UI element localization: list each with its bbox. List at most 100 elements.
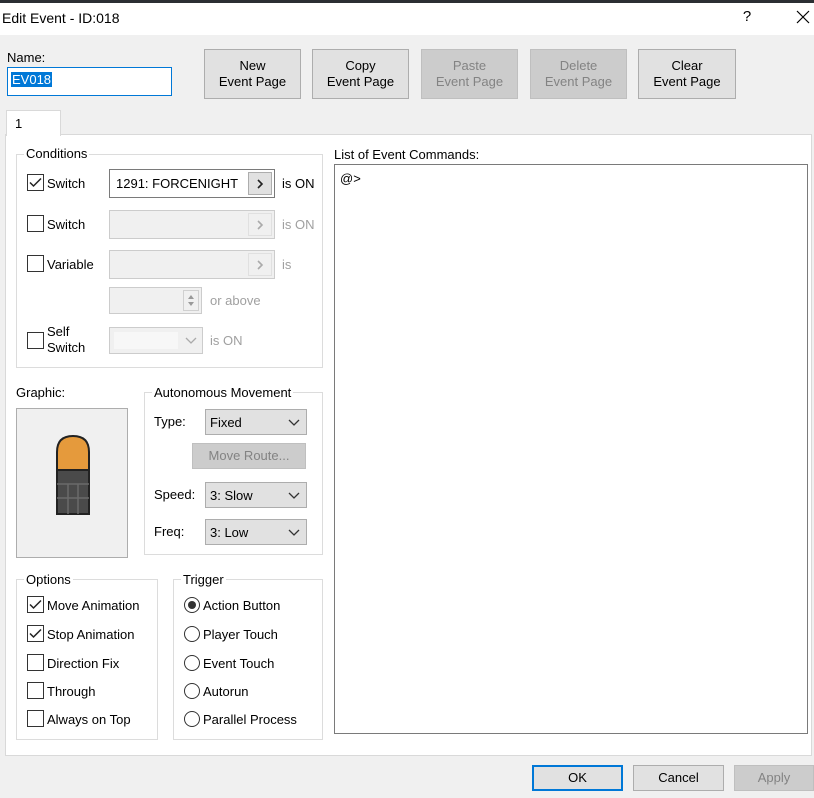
self-switch-select[interactable]	[109, 327, 203, 354]
movement-freq-value: 3: Low	[210, 525, 249, 540]
ok-button[interactable]: OK	[532, 765, 623, 791]
checkmark-icon	[29, 599, 42, 610]
option-checkbox[interactable]	[27, 682, 44, 699]
option-label: Always on Top	[47, 712, 131, 727]
switch2-pick-button[interactable]	[248, 213, 272, 236]
switch1-value: 1291: FORCENIGHT	[116, 176, 239, 191]
clear-event-page-line2: Event Page	[653, 74, 721, 89]
trigger-radio[interactable]	[184, 711, 200, 727]
move-route-button[interactable]: Move Route...	[192, 443, 306, 469]
self-switch-checkbox[interactable]	[27, 332, 44, 349]
chevron-down-icon	[288, 492, 300, 499]
option-checkbox[interactable]	[27, 654, 44, 671]
chevron-right-icon	[257, 178, 264, 189]
switch2-field[interactable]	[109, 210, 275, 239]
trigger-label: Parallel Process	[203, 712, 297, 727]
cancel-button[interactable]: Cancel	[633, 765, 724, 791]
switch2-suffix: is ON	[282, 217, 315, 232]
chevron-down-icon	[288, 529, 300, 536]
variable-pick-button[interactable]	[248, 253, 272, 276]
option-label: Through	[47, 684, 96, 699]
switch1-label: Switch	[47, 176, 86, 191]
trigger-radio[interactable]	[184, 626, 200, 642]
window-title: Edit Event - ID:018	[2, 10, 120, 26]
options-title: Options	[24, 572, 73, 587]
stepper-arrows[interactable]	[183, 290, 199, 311]
clear-event-page-line1: Clear	[671, 58, 703, 73]
option-checkbox[interactable]	[27, 710, 44, 727]
close-button[interactable]	[790, 4, 814, 30]
name-input[interactable]: EV018	[7, 67, 172, 96]
self-switch-label-line1: Self	[47, 324, 70, 339]
apply-label: Apply	[757, 770, 791, 785]
copy-event-page-button[interactable]: Copy Event Page	[312, 49, 409, 99]
event-command-item[interactable]: @>	[340, 171, 807, 189]
delete-event-page-line2: Event Page	[544, 74, 613, 89]
stepper-up-down-icon	[188, 295, 194, 306]
variable-amount-suffix: or above	[210, 293, 261, 308]
trigger-radio[interactable]	[184, 597, 200, 613]
delete-event-page-button[interactable]: Delete Event Page	[530, 49, 627, 99]
ok-label: OK	[568, 770, 587, 785]
movement-type-value: Fixed	[210, 415, 242, 430]
paste-event-page-line1: Paste	[452, 58, 487, 73]
self-switch-select-empty	[114, 332, 178, 349]
character-sprite-icon	[56, 434, 90, 515]
autonomous-movement-title: Autonomous Movement	[152, 385, 294, 400]
chevron-right-icon	[257, 259, 264, 270]
trigger-radio[interactable]	[184, 683, 200, 699]
tab-page-1-label: 1	[15, 116, 23, 131]
paste-event-page-line2: Event Page	[435, 74, 504, 89]
variable-label: Variable	[47, 257, 94, 272]
trigger-title: Trigger	[181, 572, 226, 587]
graphic-label: Graphic:	[16, 385, 66, 400]
option-checkbox[interactable]	[27, 596, 44, 613]
variable-amount-stepper[interactable]	[109, 287, 202, 314]
tab-page-1[interactable]: 1	[6, 110, 61, 136]
copy-event-page-line1: Copy	[345, 58, 376, 73]
delete-event-page-line1: Delete	[559, 58, 598, 73]
trigger-radio[interactable]	[184, 655, 200, 671]
trigger-label: Action Button	[203, 598, 281, 613]
switch1-suffix: is ON	[282, 176, 315, 191]
switch2-checkbox[interactable]	[27, 215, 44, 232]
apply-button[interactable]: Apply	[734, 765, 814, 791]
new-event-page-line1: New	[239, 58, 266, 73]
name-label: Name:	[7, 50, 46, 65]
move-route-label: Move Route...	[208, 448, 290, 463]
trigger-label: Player Touch	[203, 627, 278, 642]
close-icon	[796, 10, 810, 24]
chevron-down-icon	[288, 419, 300, 426]
movement-speed-select[interactable]: 3: Slow	[205, 482, 307, 508]
trigger-label: Event Touch	[203, 656, 275, 671]
copy-event-page-line2: Event Page	[326, 74, 395, 89]
switch1-field[interactable]: 1291: FORCENIGHT	[109, 169, 275, 198]
switch2-label: Switch	[47, 217, 86, 232]
self-switch-label-line2: Switch	[47, 340, 86, 355]
variable-checkbox[interactable]	[27, 255, 44, 272]
option-checkbox[interactable]	[27, 625, 44, 642]
variable-suffix: is	[282, 257, 292, 272]
help-button[interactable]: ?	[733, 4, 761, 30]
variable-field[interactable]	[109, 250, 275, 279]
option-label: Stop Animation	[47, 627, 135, 642]
event-commands-label: List of Event Commands:	[334, 147, 480, 162]
chevron-right-icon	[257, 219, 264, 230]
event-commands-list[interactable]: @>	[334, 164, 808, 734]
name-input-value: EV018	[11, 72, 53, 87]
option-label: Direction Fix	[47, 656, 120, 671]
checkmark-icon	[29, 177, 42, 188]
title-bar	[0, 3, 814, 35]
paste-event-page-button[interactable]: Paste Event Page	[421, 49, 518, 99]
switch1-checkbox[interactable]	[27, 174, 44, 191]
self-switch-label: Self Switch	[47, 324, 85, 356]
self-switch-suffix: is ON	[210, 333, 243, 348]
movement-freq-select[interactable]: 3: Low	[205, 519, 307, 545]
clear-event-page-button[interactable]: Clear Event Page	[638, 49, 736, 99]
graphic-preview[interactable]	[16, 408, 128, 558]
movement-speed-label: Speed:	[154, 487, 196, 502]
new-event-page-button[interactable]: New Event Page	[204, 49, 301, 99]
movement-type-select[interactable]: Fixed	[205, 409, 307, 435]
switch1-pick-button[interactable]	[248, 172, 272, 195]
movement-speed-value: 3: Slow	[210, 488, 253, 503]
